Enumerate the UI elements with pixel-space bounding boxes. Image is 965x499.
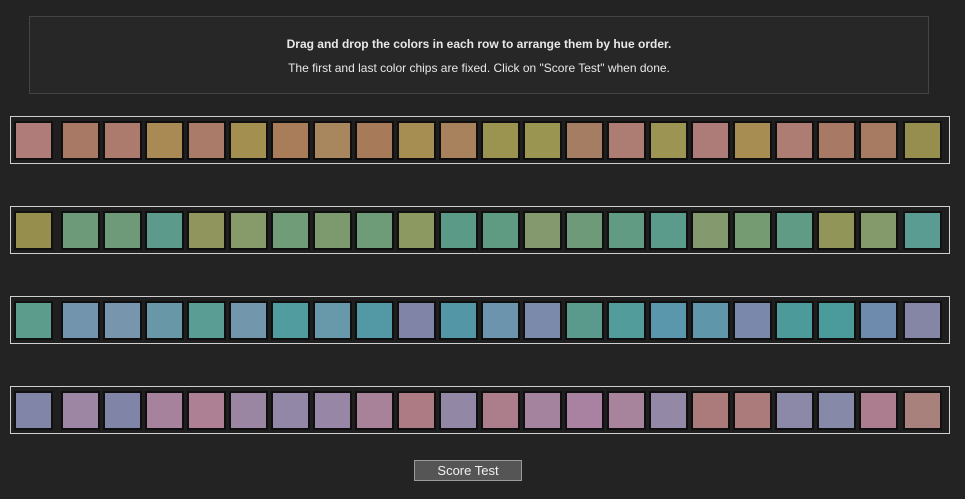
- color-chip[interactable]: [355, 301, 394, 340]
- color-chip[interactable]: [481, 391, 520, 430]
- fixed-chip-first: [14, 121, 53, 160]
- color-row-2: [10, 206, 950, 254]
- color-chip[interactable]: [481, 121, 520, 160]
- color-chip[interactable]: [145, 211, 184, 250]
- color-chip[interactable]: [103, 211, 142, 250]
- color-chip[interactable]: [691, 121, 730, 160]
- color-chip[interactable]: [523, 391, 562, 430]
- color-chip[interactable]: [565, 301, 604, 340]
- color-chip[interactable]: [229, 391, 268, 430]
- color-row-4: [10, 386, 950, 434]
- fixed-chip-first: [14, 391, 53, 430]
- color-chip[interactable]: [817, 301, 856, 340]
- color-chip[interactable]: [649, 301, 688, 340]
- color-chip[interactable]: [691, 391, 730, 430]
- color-chip[interactable]: [439, 391, 478, 430]
- color-chip[interactable]: [691, 211, 730, 250]
- color-chip[interactable]: [187, 121, 226, 160]
- color-chip[interactable]: [397, 211, 436, 250]
- color-chip[interactable]: [229, 121, 268, 160]
- color-chip[interactable]: [313, 211, 352, 250]
- color-chip[interactable]: [859, 301, 898, 340]
- color-chip[interactable]: [145, 301, 184, 340]
- color-chip[interactable]: [817, 211, 856, 250]
- color-chip[interactable]: [229, 211, 268, 250]
- color-chip[interactable]: [523, 301, 562, 340]
- color-chip[interactable]: [187, 301, 226, 340]
- color-chip[interactable]: [61, 211, 100, 250]
- color-chip[interactable]: [859, 211, 898, 250]
- color-chip[interactable]: [439, 301, 478, 340]
- color-chip[interactable]: [733, 211, 772, 250]
- color-chip[interactable]: [397, 121, 436, 160]
- color-chip[interactable]: [187, 391, 226, 430]
- color-chip[interactable]: [271, 121, 310, 160]
- color-chip[interactable]: [355, 121, 394, 160]
- color-chip[interactable]: [145, 391, 184, 430]
- color-chip[interactable]: [607, 391, 646, 430]
- color-chip[interactable]: [103, 391, 142, 430]
- color-chip[interactable]: [733, 301, 772, 340]
- fixed-chip-first: [14, 301, 53, 340]
- color-chip[interactable]: [271, 391, 310, 430]
- fixed-chip-last: [903, 211, 942, 250]
- color-chip[interactable]: [229, 301, 268, 340]
- color-chip[interactable]: [565, 211, 604, 250]
- score-test-button[interactable]: Score Test: [414, 460, 522, 481]
- color-chip[interactable]: [817, 121, 856, 160]
- color-chip[interactable]: [607, 121, 646, 160]
- color-chip[interactable]: [775, 391, 814, 430]
- color-chip[interactable]: [103, 301, 142, 340]
- color-chip[interactable]: [607, 211, 646, 250]
- instructions-title: Drag and drop the colors in each row to …: [286, 37, 672, 51]
- color-chip[interactable]: [649, 211, 688, 250]
- color-chip[interactable]: [481, 211, 520, 250]
- color-row-3: [10, 296, 950, 344]
- color-chip[interactable]: [313, 121, 352, 160]
- color-chip[interactable]: [859, 121, 898, 160]
- color-chip[interactable]: [859, 391, 898, 430]
- color-chip[interactable]: [565, 391, 604, 430]
- color-chip[interactable]: [439, 121, 478, 160]
- color-chip[interactable]: [355, 391, 394, 430]
- fixed-chip-last: [903, 301, 942, 340]
- color-chip[interactable]: [271, 301, 310, 340]
- color-chip[interactable]: [397, 391, 436, 430]
- color-chip[interactable]: [523, 121, 562, 160]
- color-chip[interactable]: [775, 121, 814, 160]
- fixed-chip-first: [14, 211, 53, 250]
- color-chip[interactable]: [523, 211, 562, 250]
- color-chip[interactable]: [187, 211, 226, 250]
- color-chip[interactable]: [313, 391, 352, 430]
- color-chip[interactable]: [691, 301, 730, 340]
- color-chip[interactable]: [733, 391, 772, 430]
- color-chip[interactable]: [145, 121, 184, 160]
- color-chip[interactable]: [271, 211, 310, 250]
- color-row-1: [10, 116, 950, 164]
- color-chip[interactable]: [817, 391, 856, 430]
- color-chip[interactable]: [481, 301, 520, 340]
- color-chip[interactable]: [439, 211, 478, 250]
- color-chip[interactable]: [607, 301, 646, 340]
- color-hue-test-page: Drag and drop the colors in each row to …: [0, 0, 965, 499]
- color-chip[interactable]: [103, 121, 142, 160]
- color-chip[interactable]: [565, 121, 604, 160]
- color-chip[interactable]: [775, 211, 814, 250]
- instructions-panel: Drag and drop the colors in each row to …: [29, 16, 929, 94]
- color-chip[interactable]: [61, 391, 100, 430]
- instructions-subtitle: The first and last color chips are fixed…: [288, 61, 670, 75]
- fixed-chip-last: [903, 391, 942, 430]
- color-chip[interactable]: [649, 121, 688, 160]
- color-chip[interactable]: [313, 301, 352, 340]
- color-chip[interactable]: [733, 121, 772, 160]
- color-chip[interactable]: [61, 121, 100, 160]
- color-chip[interactable]: [355, 211, 394, 250]
- color-chip[interactable]: [775, 301, 814, 340]
- color-chip[interactable]: [397, 301, 436, 340]
- color-chip[interactable]: [649, 391, 688, 430]
- fixed-chip-last: [903, 121, 942, 160]
- color-chip[interactable]: [61, 301, 100, 340]
